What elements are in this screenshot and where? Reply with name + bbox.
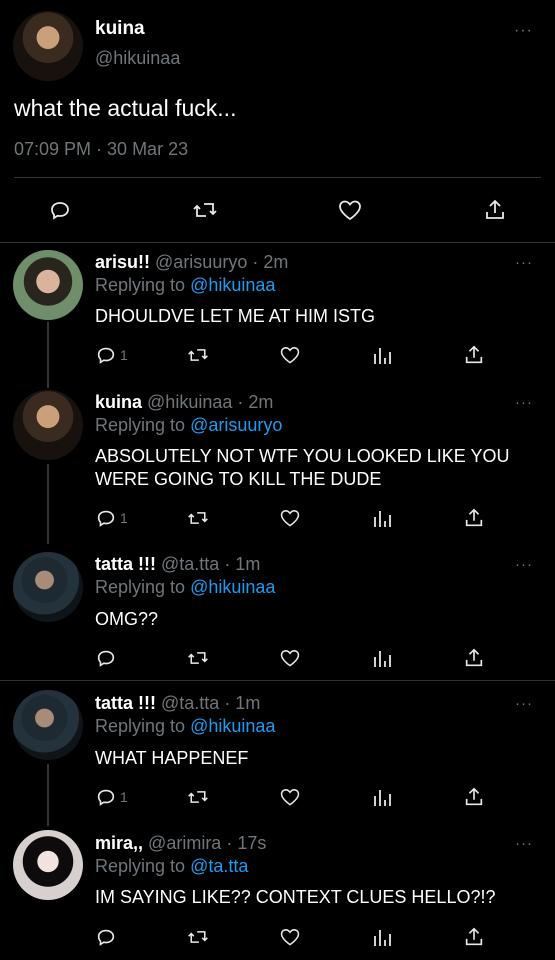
avatar[interactable] — [13, 830, 83, 900]
author-meta: @hikuinaa · 2m — [147, 392, 274, 412]
author-name[interactable]: tatta !!! — [95, 693, 156, 713]
share-icon[interactable] — [463, 646, 485, 670]
avatar[interactable] — [13, 552, 83, 622]
avatar[interactable] — [13, 390, 83, 460]
replying-to-link[interactable]: @hikuinaa — [190, 577, 275, 597]
analytics-icon[interactable] — [372, 646, 392, 670]
author-name[interactable]: tatta !!! — [95, 554, 156, 574]
replying-to-link[interactable]: @arisuuryo — [190, 415, 282, 435]
analytics-icon[interactable] — [372, 343, 392, 367]
retweet-icon[interactable] — [187, 646, 209, 670]
reply-icon — [97, 929, 115, 946]
reply-icon — [97, 347, 115, 364]
author-name[interactable]: arisu!! — [95, 252, 150, 272]
retweet-icon[interactable] — [187, 343, 209, 367]
reply-text: WHAT HAPPENEF — [95, 748, 249, 768]
more-options-icon[interactable]: ··· — [514, 22, 533, 40]
reply-count: 1 — [120, 510, 128, 526]
reply-text: ABSOLUTELY NOT WTF YOU LOOKED LIKE YOU W… — [95, 446, 510, 489]
retweet-icon[interactable] — [187, 506, 209, 530]
reply-actions — [95, 646, 535, 670]
divider — [14, 177, 541, 178]
retweet-icon[interactable] — [187, 925, 209, 949]
tweet-text: what the actual fuck... — [14, 95, 237, 121]
thread-line — [47, 764, 49, 826]
reply-actions: 1 — [95, 506, 535, 530]
author-handle[interactable]: @hikuinaa — [95, 48, 180, 69]
reply-text: DHOULDVE LET ME AT HIM ISTG — [95, 306, 376, 326]
author-meta: @arimira · 17s — [148, 833, 267, 853]
reply-tweet[interactable]: tatta !!! @ta.tta · 1m ··· Replying to @… — [0, 680, 555, 826]
share-icon[interactable] — [463, 506, 485, 530]
reply-icon — [97, 650, 115, 667]
share-icon[interactable] — [475, 190, 515, 230]
author-name[interactable]: kuina — [95, 392, 142, 412]
like-icon[interactable] — [279, 925, 301, 949]
author-name[interactable]: kuina — [95, 18, 145, 40]
reply-button[interactable] — [95, 646, 120, 670]
reply-actions: 1 — [95, 343, 535, 367]
share-icon[interactable] — [463, 785, 485, 809]
tweet-actions — [0, 190, 555, 230]
more-options-icon[interactable]: ··· — [515, 695, 533, 712]
reply-tweet[interactable]: mira,, @arimira · 17s ··· Replying to @t… — [0, 822, 555, 960]
author-meta: @ta.tta · 1m — [161, 693, 261, 713]
reply-tweet[interactable]: kuina @hikuinaa · 2m ··· Replying to @ar… — [0, 384, 555, 544]
analytics-icon[interactable] — [372, 506, 392, 530]
replying-label: Replying to — [95, 716, 186, 736]
replying-to-link[interactable]: @hikuinaa — [190, 716, 275, 736]
reply-button[interactable]: 1 — [95, 343, 128, 367]
replying-to-link[interactable]: @hikuinaa — [190, 275, 275, 295]
reply-actions — [95, 925, 535, 949]
thread-line — [47, 322, 49, 388]
main-tweet: kuina @hikuinaa ··· what the actual fuck… — [0, 0, 555, 242]
like-icon[interactable] — [279, 506, 301, 530]
more-options-icon[interactable]: ··· — [515, 254, 533, 271]
analytics-icon[interactable] — [372, 785, 392, 809]
reply-button[interactable]: 1 — [95, 506, 128, 530]
replying-label: Replying to — [95, 577, 186, 597]
retweet-icon[interactable] — [187, 785, 209, 809]
reply-button[interactable]: 1 — [95, 785, 128, 809]
reply-count: 1 — [120, 789, 128, 805]
avatar[interactable] — [13, 11, 83, 81]
author-meta: @arisuuryo · 2m — [155, 252, 289, 272]
reply-text: OMG?? — [95, 609, 159, 629]
replying-label: Replying to — [95, 275, 186, 295]
author-meta: @ta.tta · 1m — [161, 554, 261, 574]
like-icon[interactable] — [279, 343, 301, 367]
share-icon[interactable] — [463, 925, 485, 949]
author-name[interactable]: mira,, — [95, 833, 143, 853]
retweet-icon[interactable] — [185, 190, 225, 230]
reply-count: 1 — [120, 347, 128, 363]
reply-tweet[interactable]: arisu!! @arisuuryo · 2m ··· Replying to … — [0, 242, 555, 388]
reply-actions: 1 — [95, 785, 535, 809]
like-icon[interactable] — [279, 646, 301, 670]
avatar[interactable] — [13, 690, 83, 760]
more-options-icon[interactable]: ··· — [515, 394, 533, 411]
reply-text: IM SAYING LIKE?? CONTEXT CLUES HELLO?!? — [95, 887, 496, 907]
replying-to-link[interactable]: @ta.tta — [190, 856, 248, 876]
reply-icon — [97, 789, 115, 806]
share-icon[interactable] — [463, 343, 485, 367]
like-icon[interactable] — [279, 785, 301, 809]
reply-tweet[interactable]: tatta !!! @ta.tta · 1m ··· Replying to @… — [0, 540, 555, 680]
reply-icon[interactable] — [40, 190, 80, 230]
reply-icon — [97, 510, 115, 527]
avatar[interactable] — [13, 250, 83, 320]
more-options-icon[interactable]: ··· — [515, 835, 533, 852]
analytics-icon[interactable] — [372, 925, 392, 949]
reply-button[interactable] — [95, 925, 120, 949]
tweet-timestamp[interactable]: 07:09 PM · 30 Mar 23 — [14, 139, 188, 160]
thread-line — [47, 464, 49, 544]
more-options-icon[interactable]: ··· — [515, 556, 533, 573]
replying-label: Replying to — [95, 415, 186, 435]
like-icon[interactable] — [330, 190, 370, 230]
replying-label: Replying to — [95, 856, 186, 876]
